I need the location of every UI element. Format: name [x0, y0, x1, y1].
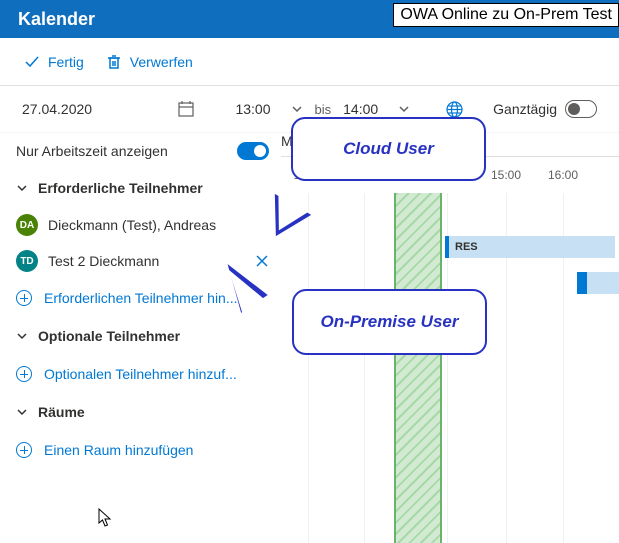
plus-icon: [16, 442, 32, 458]
add-optional-label: Optionalen Teilnehmer hinzuf...: [44, 366, 237, 382]
attendee-panel: Nur Arbeitszeit anzeigen Erforderliche T…: [0, 133, 281, 543]
freebusy-row: RES: [281, 229, 619, 265]
chevron-down-icon: [16, 330, 28, 342]
mouse-cursor-icon: [98, 508, 114, 528]
app-title: Kalender: [18, 9, 95, 30]
add-room[interactable]: Einen Raum hinzufügen: [0, 431, 281, 469]
chevron-down-icon: [16, 182, 28, 194]
section-rooms[interactable]: Räume: [0, 393, 281, 431]
section-optional[interactable]: Optionale Teilnehmer: [0, 317, 281, 355]
discard-button[interactable]: Verwerfen: [106, 54, 193, 70]
discard-label: Verwerfen: [130, 54, 193, 70]
chevron-down-icon: [16, 406, 28, 418]
worktime-label: Nur Arbeitszeit anzeigen: [16, 143, 168, 159]
check-icon: [24, 54, 40, 70]
callout-text: Cloud User: [343, 139, 434, 159]
callout-onprem-user: On-Premise User: [292, 289, 487, 355]
start-time[interactable]: 13:00: [235, 101, 270, 117]
allday-toggle[interactable]: [565, 100, 597, 118]
timezone-icon[interactable]: [446, 101, 463, 118]
event-subject[interactable]: OWA Online zu On-Prem Test: [393, 3, 619, 27]
chevron-down-icon[interactable]: [398, 103, 410, 115]
trash-icon: [106, 54, 122, 70]
worktime-toggle[interactable]: [237, 142, 269, 160]
done-button[interactable]: Fertig: [24, 54, 84, 70]
section-required[interactable]: Erforderliche Teilnehmer: [0, 169, 281, 207]
attendee-name: Dieckmann (Test), Andreas: [48, 217, 269, 233]
calendar-icon[interactable]: [177, 100, 195, 118]
to-label: bis: [315, 102, 332, 117]
avatar: DA: [16, 214, 38, 236]
section-optional-label: Optionale Teilnehmer: [38, 328, 180, 344]
busy-block[interactable]: RES: [445, 236, 615, 258]
remove-attendee-icon[interactable]: [255, 254, 269, 268]
add-optional-attendee[interactable]: Optionalen Teilnehmer hinzuf...: [0, 355, 281, 393]
attendee-row[interactable]: DA Dieckmann (Test), Andreas: [0, 207, 281, 243]
avatar: TD: [16, 250, 38, 272]
date-field[interactable]: 27.04.2020: [22, 101, 92, 117]
callout-cloud-user: Cloud User: [291, 117, 486, 181]
end-time[interactable]: 14:00: [343, 101, 378, 117]
busy-label: RES: [455, 241, 478, 253]
section-required-label: Erforderliche Teilnehmer: [38, 180, 203, 196]
add-required-label: Erforderlichen Teilnehmer hin...: [44, 290, 238, 306]
hour-label: 15:00: [491, 168, 521, 182]
callout-text: On-Premise User: [321, 312, 459, 332]
done-label: Fertig: [48, 54, 84, 70]
plus-icon: [16, 290, 32, 306]
plus-icon: [16, 366, 32, 382]
hour-label: 16:00: [548, 168, 578, 182]
attendee-name: Test 2 Dieckmann: [48, 253, 245, 269]
section-rooms-label: Räume: [38, 404, 85, 420]
busy-block[interactable]: [583, 272, 619, 294]
add-room-label: Einen Raum hinzufügen: [44, 442, 193, 458]
chevron-down-icon[interactable]: [291, 103, 303, 115]
allday-label: Ganztägig: [493, 101, 557, 117]
